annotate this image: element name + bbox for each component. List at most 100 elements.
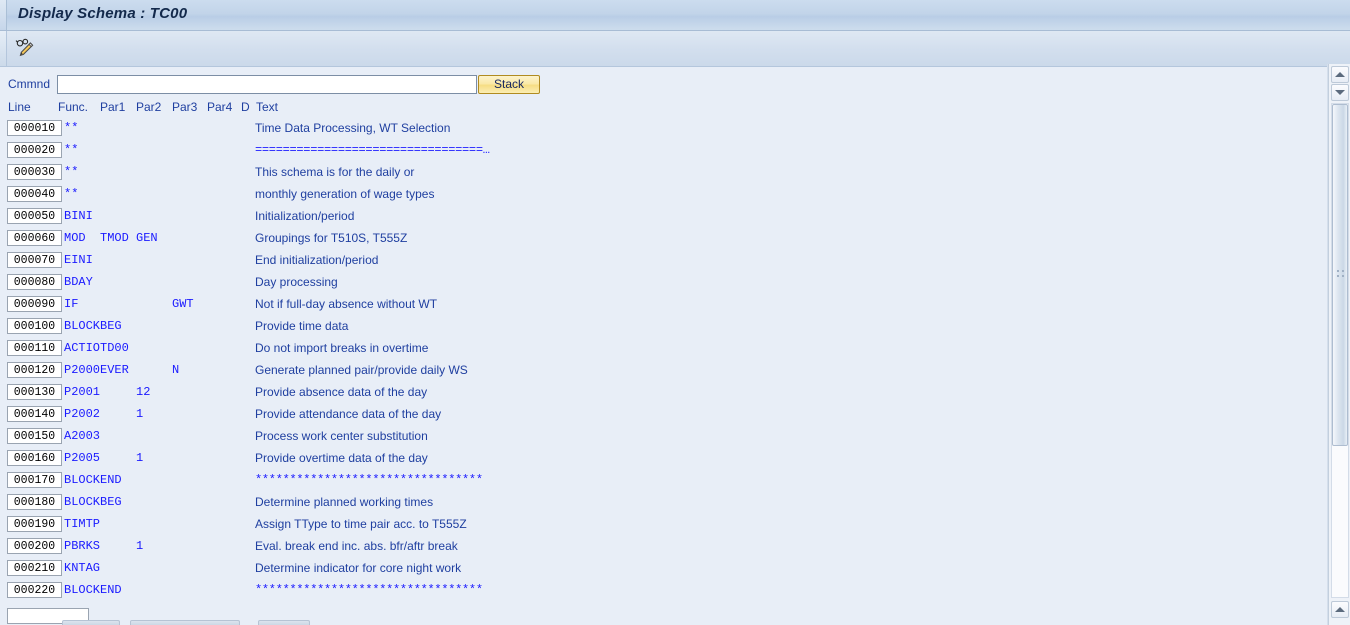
cell-text: Provide time data bbox=[255, 319, 349, 333]
table-row: PBRKS 1 Eval. break end inc. abs. bfr/aftr… bbox=[0, 536, 1320, 558]
line-number-field[interactable] bbox=[7, 428, 62, 444]
line-number-field[interactable] bbox=[7, 340, 62, 356]
line-number-field[interactable] bbox=[7, 142, 62, 158]
line-number-field[interactable] bbox=[7, 516, 62, 532]
column-header-par2: Par2 bbox=[136, 100, 162, 114]
titlebar-left-edge bbox=[0, 0, 7, 30]
line-number-field[interactable] bbox=[7, 582, 62, 598]
column-header-line: Line bbox=[8, 100, 31, 114]
column-header-d: D bbox=[241, 100, 250, 114]
command-input[interactable] bbox=[57, 75, 477, 94]
scroll-up-button[interactable] bbox=[1331, 66, 1349, 83]
cell-text: Day processing bbox=[255, 275, 338, 289]
cell-par1: BEG bbox=[100, 319, 122, 333]
cell-par2: 1 bbox=[136, 451, 144, 465]
triangle-down-icon bbox=[1335, 90, 1345, 95]
cell-func: BLOCK bbox=[64, 583, 101, 597]
table-row: P2002 1 Provide attendance data of the day bbox=[0, 404, 1320, 426]
line-number-field[interactable] bbox=[7, 538, 62, 554]
display-change-button[interactable] bbox=[9, 34, 41, 64]
cell-par2: 12 bbox=[136, 385, 151, 399]
table-row: BINI Initialization/period bbox=[0, 206, 1320, 228]
table-row: BLOCKBEG Provide time data bbox=[0, 316, 1320, 338]
table-row: KNTAG Determine indicator for core night … bbox=[0, 558, 1320, 580]
column-header-func: Func. bbox=[58, 100, 89, 114]
cell-text: Time Data Processing, WT Selection bbox=[255, 121, 451, 135]
line-number-field[interactable] bbox=[7, 384, 62, 400]
cell-text: Determine indicator for core night work bbox=[255, 561, 462, 575]
line-number-field[interactable] bbox=[7, 120, 62, 136]
table-row: BLOCKBEG Determine planned working times bbox=[0, 492, 1320, 514]
column-header-par3: Par3 bbox=[172, 100, 198, 114]
bottom-button-strip bbox=[0, 620, 1350, 625]
cell-par3: N bbox=[172, 363, 180, 377]
table-row: TIMTP Assign TType to time pair acc. to T… bbox=[0, 514, 1320, 536]
line-number-field[interactable] bbox=[7, 450, 62, 466]
line-number-field[interactable] bbox=[7, 406, 62, 422]
cell-func: P2001 bbox=[64, 385, 101, 399]
cell-par1: END bbox=[100, 583, 122, 597]
cell-par2: GEN bbox=[136, 231, 158, 245]
cell-func: BLOCK bbox=[64, 473, 101, 487]
cell-text: Process work center substitution bbox=[255, 429, 428, 443]
cutoff-button-1[interactable] bbox=[62, 620, 120, 625]
cell-text: Not if full-day absence without WT bbox=[255, 297, 438, 311]
cell-func: ACTIO bbox=[64, 341, 101, 355]
cutoff-button-2[interactable] bbox=[130, 620, 240, 625]
scroll-bottom-button[interactable] bbox=[1331, 601, 1349, 618]
cell-text: End initialization/period bbox=[255, 253, 379, 267]
cell-func: ** bbox=[64, 121, 79, 135]
cell-func: P2005 bbox=[64, 451, 101, 465]
window-titlebar: Display Schema : TC00 bbox=[0, 0, 1350, 31]
cell-text: Initialization/period bbox=[255, 209, 355, 223]
line-number-field[interactable] bbox=[7, 296, 62, 312]
column-header-par4: Par4 bbox=[207, 100, 233, 114]
cell-par1: BEG bbox=[100, 495, 122, 509]
page-title: Display Schema : TC00 bbox=[18, 5, 188, 22]
cell-par2: 1 bbox=[136, 407, 144, 421]
table-header: Line Func. Par1 Par2 Par3 Par4 D Text bbox=[0, 100, 1300, 116]
cell-text: Provide overtime data of the day bbox=[255, 451, 428, 465]
stack-button[interactable]: Stack bbox=[478, 75, 540, 94]
line-number-field[interactable] bbox=[7, 472, 62, 488]
cell-func: PBRKS bbox=[64, 539, 101, 553]
table-row: IF GWT Not if full-day absence without WT bbox=[0, 294, 1320, 316]
cell-func: EINI bbox=[64, 253, 93, 267]
cell-text: Do not import breaks in overtime bbox=[255, 341, 429, 355]
line-number-field[interactable] bbox=[7, 230, 62, 246]
cell-text: Eval. break end inc. abs. bfr/aftr break bbox=[255, 539, 458, 553]
line-number-field[interactable] bbox=[7, 252, 62, 268]
scrollbar-thumb[interactable] bbox=[1332, 104, 1348, 446]
sap-gui-window: Display Schema : TC00 © www.tutorialkart bbox=[0, 0, 1350, 625]
cell-func: P2002 bbox=[64, 407, 101, 421]
table-row: BDAY Day processing bbox=[0, 272, 1320, 294]
cutoff-button-3[interactable] bbox=[258, 620, 310, 625]
line-number-field[interactable] bbox=[7, 274, 62, 290]
cell-func: BLOCK bbox=[64, 495, 101, 509]
cell-func: ** bbox=[64, 143, 79, 157]
table-row: ** This schema is for the daily or bbox=[0, 162, 1320, 184]
column-header-text: Text bbox=[256, 100, 279, 114]
cell-func: KNTAG bbox=[64, 561, 101, 575]
cell-text: =================================… bbox=[255, 143, 490, 157]
scrollbar-track[interactable] bbox=[1331, 103, 1349, 598]
line-number-field[interactable] bbox=[7, 560, 62, 576]
line-number-field[interactable] bbox=[7, 318, 62, 334]
cell-text: Groupings for T510S, T555Z bbox=[255, 231, 408, 245]
vertical-scrollbar[interactable] bbox=[1328, 64, 1350, 625]
column-header-par1: Par1 bbox=[100, 100, 126, 114]
cell-text: Provide attendance data of the day bbox=[255, 407, 442, 421]
line-number-field[interactable] bbox=[7, 494, 62, 510]
application-toolbar: © www.tutorialkart.com bbox=[0, 31, 1350, 96]
line-number-field[interactable] bbox=[7, 164, 62, 180]
cell-text: monthly generation of wage types bbox=[255, 187, 435, 201]
scroll-down-button[interactable] bbox=[1331, 84, 1349, 101]
scrollbar-thumb-grip bbox=[1337, 270, 1345, 277]
command-row: Cmmnd Stack bbox=[0, 75, 1350, 95]
line-number-field[interactable] bbox=[7, 208, 62, 224]
cell-text: ********************************* bbox=[255, 473, 483, 487]
table-row: P2000EVER N Generate planned pair/provide … bbox=[0, 360, 1320, 382]
line-number-field[interactable] bbox=[7, 186, 62, 202]
cell-text: Determine planned working times bbox=[255, 495, 434, 509]
line-number-field[interactable] bbox=[7, 362, 62, 378]
